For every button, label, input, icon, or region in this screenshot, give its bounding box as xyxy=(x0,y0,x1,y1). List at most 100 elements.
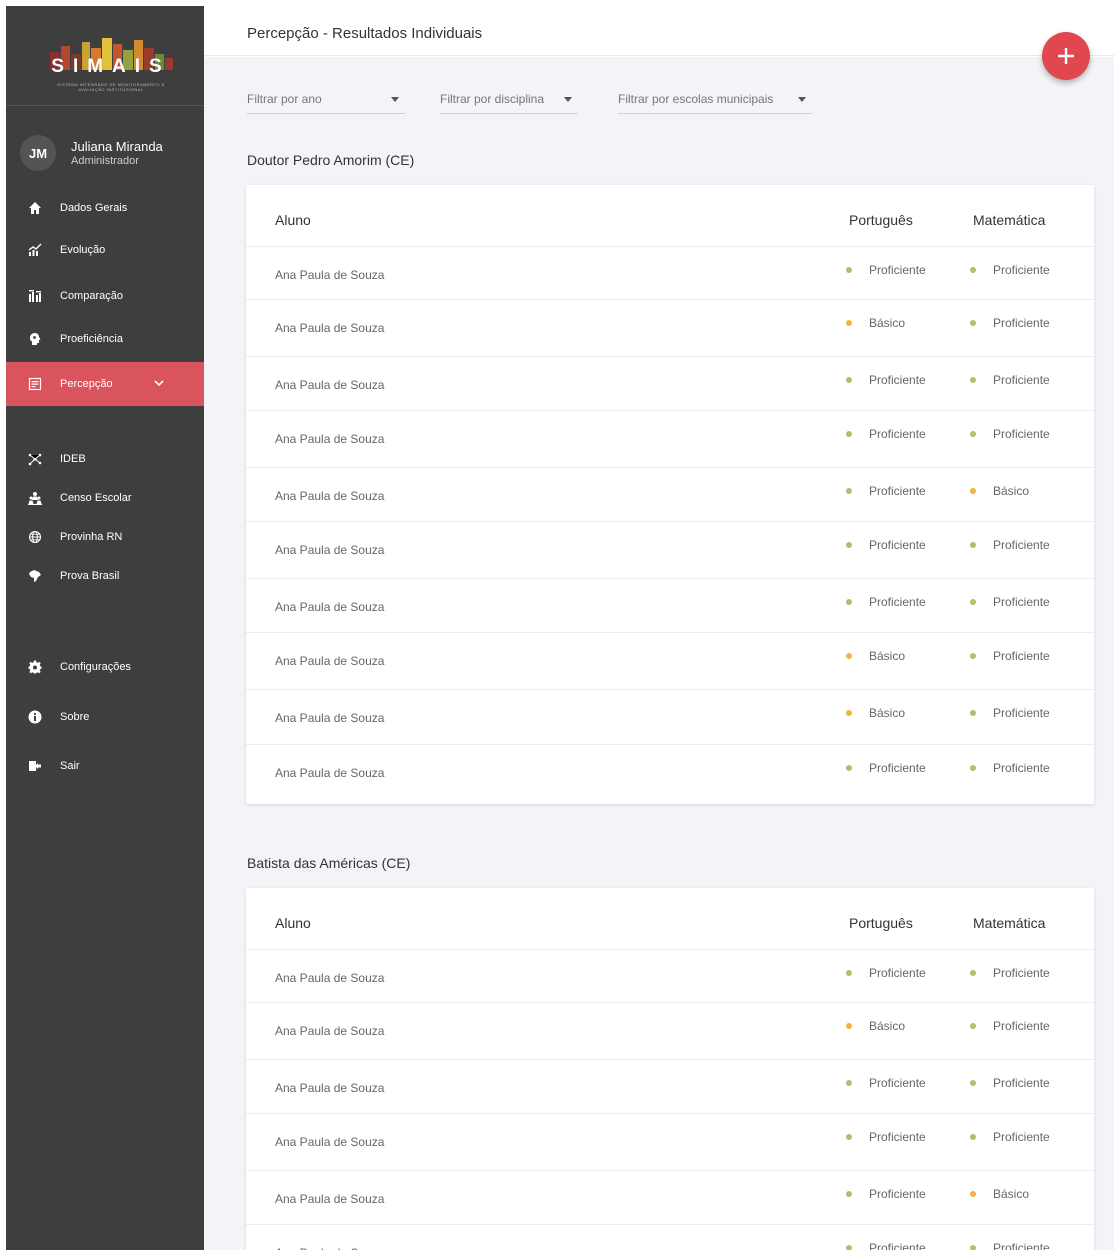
level-text: Proficiente xyxy=(993,316,1050,330)
filter-school-select[interactable]: Filtrar por escolas municipais xyxy=(618,88,812,114)
nav-item-sair[interactable]: Sair xyxy=(6,751,204,781)
user-profile[interactable]: JM Juliana Miranda Administrador xyxy=(20,135,163,171)
status-dot xyxy=(846,488,852,494)
nav-item-provinha-rn[interactable]: Provinha RN xyxy=(6,522,204,552)
student-name: Ana Paula de Souza xyxy=(275,432,385,446)
matematica-level: Proficiente xyxy=(970,1076,1050,1090)
student-name: Ana Paula de Souza xyxy=(275,654,385,668)
people-icon xyxy=(28,491,42,505)
student-name: Ana Paula de Souza xyxy=(275,1135,385,1149)
status-dot xyxy=(970,377,976,383)
nav-item-configuracoes[interactable]: Configurações xyxy=(6,652,204,682)
table-row[interactable]: Ana Paula de Souza Proficiente Proficiente xyxy=(246,1114,1094,1171)
table-row[interactable]: Ana Paula de Souza Proficiente Proficiente xyxy=(246,745,1094,804)
status-dot xyxy=(970,765,976,771)
matematica-level: Básico xyxy=(970,1187,1029,1201)
table-row[interactable]: Ana Paula de Souza Proficiente Proficiente xyxy=(246,1060,1094,1114)
student-name: Ana Paula de Souza xyxy=(275,543,385,557)
filter-label: Filtrar por ano xyxy=(247,92,322,106)
student-name: Ana Paula de Souza xyxy=(275,1246,384,1250)
school-title: Doutor Pedro Amorim (CE) xyxy=(247,152,415,168)
matematica-level: Proficiente xyxy=(970,1241,1050,1250)
table-row[interactable]: Ana Paula de Souza Básico Proficiente xyxy=(246,690,1094,745)
nav-item-ideb[interactable]: IDEB xyxy=(6,444,204,474)
table-row[interactable]: Ana Paula de Souza Proficiente Proficiente xyxy=(246,1225,1094,1250)
matematica-level: Proficiente xyxy=(970,316,1050,330)
nav-item-evolucao[interactable]: Evolução xyxy=(6,235,204,265)
bar-chart-icon xyxy=(28,289,42,303)
user-name: Juliana Miranda xyxy=(71,139,163,154)
portugues-level: Básico xyxy=(846,649,905,663)
globe-icon xyxy=(28,530,42,544)
level-text: Básico xyxy=(993,1187,1030,1201)
nav-label: Evolução xyxy=(60,244,106,256)
table-row[interactable]: Ana Paula de Souza Proficiente Proficiente xyxy=(246,522,1094,579)
level-text: Proficiente xyxy=(993,966,1050,980)
portugues-level: Básico xyxy=(846,706,905,720)
level-text: Básico xyxy=(869,316,906,330)
status-dot xyxy=(970,1191,976,1197)
table-row[interactable]: Ana Paula de Souza Básico Proficiente xyxy=(246,633,1094,690)
nav-label: Configurações xyxy=(60,661,131,673)
portugues-level: Proficiente xyxy=(846,1187,926,1201)
level-text: Proficiente xyxy=(993,427,1050,441)
table-row[interactable]: Ana Paula de Souza Proficiente Proficiente xyxy=(246,950,1094,1003)
column-portugues: Português xyxy=(849,212,913,228)
table-row[interactable]: Ana Paula de Souza Proficiente Proficiente xyxy=(246,411,1094,468)
nav-item-proficiencia[interactable]: Proeficiência xyxy=(6,324,204,354)
status-dot xyxy=(970,710,976,716)
portugues-level: Proficiente xyxy=(846,1130,926,1144)
table-body: Ana Paula de Souza Proficiente Proficiente… xyxy=(246,950,1094,1250)
table-row[interactable]: Ana Paula de Souza Proficiente Básico xyxy=(246,1171,1094,1225)
avatar: JM xyxy=(20,135,56,171)
matematica-level: Proficiente xyxy=(970,761,1050,775)
status-dot xyxy=(846,765,852,771)
chevron-down-icon[interactable] xyxy=(152,376,166,390)
matematica-level: Proficiente xyxy=(970,966,1050,980)
survey-icon xyxy=(28,377,42,391)
top-header: Percepção - Resultados Individuais xyxy=(204,6,1114,56)
table-row[interactable]: Ana Paula de Souza Básico Proficiente xyxy=(246,1003,1094,1060)
page-title: Percepção - Resultados Individuais xyxy=(247,25,483,42)
status-dot xyxy=(970,1245,976,1250)
plus-icon xyxy=(1058,48,1074,64)
table-row[interactable]: Ana Paula de Souza Proficiente Proficiente xyxy=(246,579,1094,633)
level-text: Básico xyxy=(869,1019,906,1033)
matematica-level: Proficiente xyxy=(970,538,1050,552)
nav-item-comparacao[interactable]: Comparação xyxy=(6,281,204,311)
simais-logo[interactable]: SIMAIS SISTEMA INTEGRADO DE MONITORAMENT… xyxy=(6,6,204,106)
status-dot xyxy=(970,488,976,494)
status-dot xyxy=(846,1023,852,1029)
filter-subject-select[interactable]: Filtrar por disciplina xyxy=(440,88,578,114)
status-dot xyxy=(970,320,976,326)
add-button[interactable] xyxy=(1042,32,1090,80)
status-dot xyxy=(970,653,976,659)
level-text: Proficiente xyxy=(993,1076,1050,1090)
table-row[interactable]: Ana Paula de Souza Proficiente Básico xyxy=(246,468,1094,522)
level-text: Básico xyxy=(869,649,906,663)
portugues-level: Proficiente xyxy=(846,761,926,775)
student-name: Ana Paula de Souza xyxy=(275,1024,385,1038)
filter-year-select[interactable]: Filtrar por ano xyxy=(247,88,405,114)
status-dot xyxy=(970,1023,976,1029)
status-dot xyxy=(846,1191,852,1197)
nav-item-prova-brasil[interactable]: Prova Brasil xyxy=(6,561,204,591)
status-dot xyxy=(970,431,976,437)
logo-text: SIMAIS xyxy=(51,56,171,77)
column-aluno: Aluno xyxy=(275,915,311,931)
nav-item-dados-gerais[interactable]: Dados Gerais xyxy=(6,193,204,223)
nav-item-percepcao[interactable]: Percepção xyxy=(6,362,204,406)
gear-icon xyxy=(28,660,42,674)
student-name: Ana Paula de Souza xyxy=(275,489,385,503)
level-text: Proficiente xyxy=(993,1130,1050,1144)
nav-item-sobre[interactable]: Sobre xyxy=(6,702,204,732)
portugues-level: Proficiente xyxy=(846,1241,926,1250)
status-dot xyxy=(846,431,852,437)
status-dot xyxy=(970,599,976,605)
brain-icon xyxy=(28,332,42,346)
table-row[interactable]: Ana Paula de Souza Proficiente Proficiente xyxy=(246,247,1094,300)
nav-item-censo-escolar[interactable]: Censo Escolar xyxy=(6,483,204,513)
table-row[interactable]: Ana Paula de Souza Básico Proficiente xyxy=(246,300,1094,357)
status-dot xyxy=(846,599,852,605)
table-row[interactable]: Ana Paula de Souza Proficiente Proficiente xyxy=(246,357,1094,411)
